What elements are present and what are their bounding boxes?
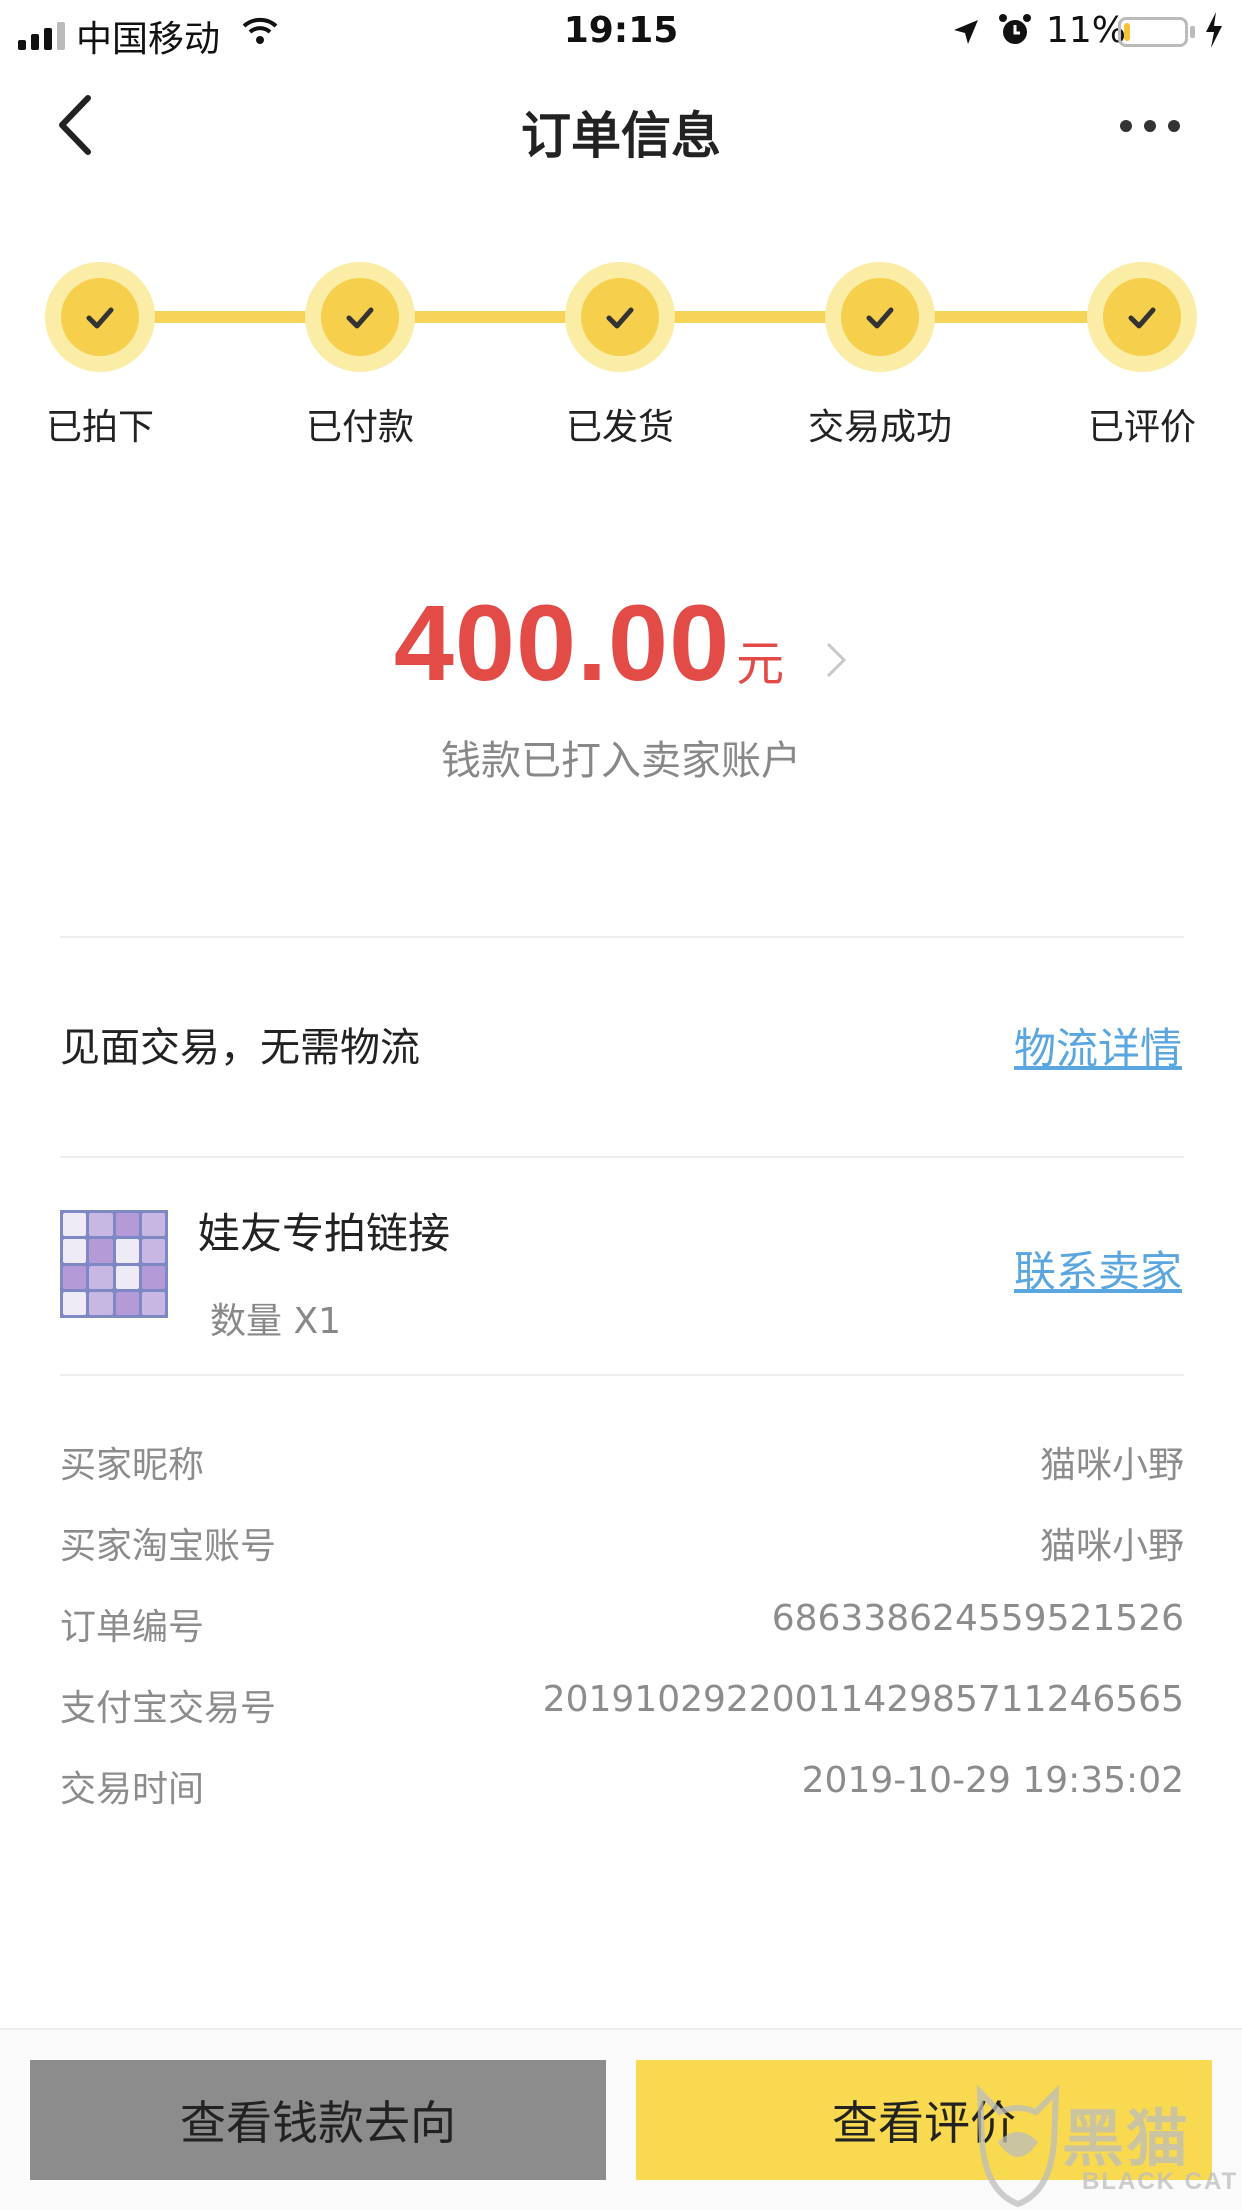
watermark-logo: 黑猫 BLACK CAT [970,2082,1242,2208]
product-thumbnail[interactable] [60,1210,168,1318]
product-quantity: 数量 X1 [210,1301,342,1342]
progress-step-label: 已评价 [1087,407,1196,448]
progress-step-label: 已发货 [565,407,674,448]
info-label: 交易时间 [60,1769,205,1810]
info-row: 订单编号 686338624559521526 [60,1598,1184,1658]
amount-section: 400.00 元 [0,580,1242,705]
info-row: 支付宝交易号 2019102922001142985711246565 [60,1679,1184,1739]
amount-unit: 元 [736,636,785,692]
cat-logo-icon [976,2084,1060,2208]
check-icon [1103,278,1181,356]
progress-step: 已付款 [250,262,470,450]
battery-percent: 11% [1046,10,1127,51]
contact-seller-link[interactable]: 联系卖家 [1014,1238,1182,1299]
alarm-icon [998,12,1032,57]
divider [60,936,1184,938]
info-label: 买家淘宝账号 [60,1526,277,1567]
info-label: 支付宝交易号 [60,1688,277,1729]
amount-note: 钱款已打入卖家账户 [441,738,801,784]
order-progress: 已拍下 已付款 已发货 交易成功 已评价 [0,262,1242,448]
check-icon [61,278,139,356]
info-value: 2019102922001142985711246565 [542,1679,1184,1720]
progress-step: 已评价 [1032,262,1242,450]
check-icon [321,278,399,356]
info-row: 买家淘宝账号 猫咪小野 [60,1517,1184,1577]
progress-step: 交易成功 [770,262,990,450]
progress-step: 已拍下 [0,262,210,450]
chevron-right-icon [824,640,848,684]
charging-icon [1202,10,1226,59]
delivery-text: 见面交易，无需物流 [60,1025,420,1071]
view-payment-flow-button[interactable]: 查看钱款去向 [30,2060,606,2180]
watermark-text: 黑猫 [1062,2102,1191,2175]
nav-bar: 订单信息 [0,62,1242,188]
amount-link[interactable]: 400.00 元 [394,580,848,705]
progress-step-label: 已拍下 [45,407,154,448]
info-label: 订单编号 [60,1607,205,1648]
page-title: 订单信息 [521,107,721,165]
logistics-detail-link[interactable]: 物流详情 [1014,1015,1182,1076]
info-value: 2019-10-29 19:35:02 [801,1760,1184,1801]
battery-icon [1118,17,1188,47]
more-dots-icon[interactable] [1120,106,1190,146]
info-row: 买家昵称 猫咪小野 [60,1436,1184,1496]
status-bar: 中国移动 19:15 11% [0,0,1242,62]
info-label: 买家昵称 [60,1445,205,1486]
check-icon [841,278,919,356]
amount-value: 400.00 [393,582,731,703]
progress-step-label: 交易成功 [807,407,952,448]
check-icon [581,278,659,356]
divider [60,1374,1184,1376]
divider [60,1156,1184,1158]
info-row: 交易时间 2019-10-29 19:35:02 [60,1760,1184,1820]
info-value: 686338624559521526 [771,1598,1184,1639]
location-icon [950,16,982,57]
progress-step-label: 已付款 [305,407,414,448]
progress-step: 已发货 [510,262,730,450]
product-title: 娃友专拍链接 [198,1209,451,1258]
info-value: 猫咪小野 [1039,1445,1184,1486]
info-value: 猫咪小野 [1039,1526,1184,1567]
watermark-subtext: BLACK CAT [1082,2168,1239,2195]
